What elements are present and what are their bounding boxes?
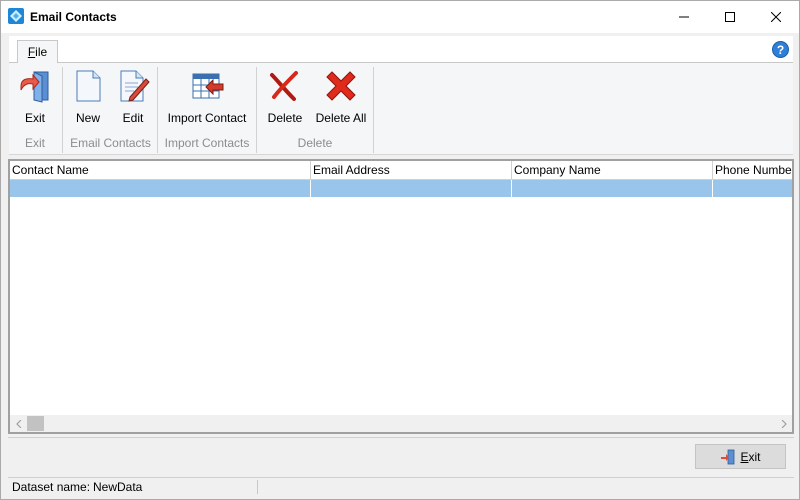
cell-contact-name[interactable] (10, 180, 311, 197)
cell-company-name[interactable] (512, 180, 713, 197)
ribbon-group-import-contacts: Import Contact Import Contacts (159, 65, 255, 153)
status-dataset-value: NewData (93, 480, 143, 494)
close-button[interactable] (753, 1, 799, 33)
ribbon-divider (373, 67, 374, 153)
table-row[interactable] (10, 180, 792, 197)
help-icon[interactable]: ? (772, 41, 789, 58)
maximize-icon (725, 12, 735, 22)
column-header-email-address[interactable]: Email Address (311, 161, 512, 180)
import-contact-button[interactable]: Import Contact (163, 65, 251, 127)
ribbon: Exit Exit New Edit Email Contacts Import… (9, 63, 793, 155)
svg-text:?: ? (777, 43, 784, 57)
minimize-icon (679, 16, 689, 18)
edit-label: Edit (122, 111, 144, 125)
ribbon-tab-row: File ? (9, 36, 793, 64)
status-bar: Dataset name: NewData (8, 477, 794, 496)
scroll-thumb[interactable] (27, 416, 44, 431)
footer-exit-button[interactable]: Exit (695, 444, 786, 469)
column-header-company-name[interactable]: Company Name (512, 161, 713, 180)
status-divider (257, 480, 258, 494)
bottom-panel (8, 437, 794, 475)
new-document-icon (76, 70, 101, 102)
chevron-right-icon (781, 419, 787, 428)
scroll-right-arrow[interactable] (775, 415, 792, 432)
group-label-email-contacts: Email Contacts (70, 136, 151, 150)
delete-all-button[interactable]: Delete All (313, 65, 369, 127)
group-label-delete: Delete (297, 136, 333, 150)
footer-exit-label: Exit (740, 449, 761, 464)
ribbon-exit-button[interactable]: Exit (13, 65, 57, 127)
cell-email-address[interactable] (311, 180, 512, 197)
exit-door-icon (20, 71, 49, 103)
group-label-exit: Exit (24, 136, 45, 150)
window-title: Email Contacts (30, 10, 117, 24)
ribbon-group-delete: Delete Delete All Delete (258, 65, 372, 153)
exit-door-icon (721, 449, 735, 464)
edit-button[interactable]: Edit (111, 65, 155, 127)
new-label: New (75, 111, 100, 125)
main-window: Email Contacts File ? Exit Exit New Edit… (0, 0, 800, 500)
ribbon-divider (157, 67, 158, 153)
app-logo-icon (8, 8, 24, 24)
cell-phone-number[interactable] (713, 180, 792, 197)
delete-all-label: Delete All (315, 111, 367, 125)
status-dataset-label: Dataset name: (12, 480, 91, 494)
contacts-grid[interactable]: Contact Name Email Address Company Name … (8, 159, 794, 434)
maximize-button[interactable] (707, 1, 753, 33)
horizontal-scrollbar[interactable] (10, 415, 792, 432)
delete-icon (270, 71, 298, 101)
new-button[interactable]: New (66, 65, 110, 127)
edit-document-icon (120, 70, 150, 102)
close-icon (771, 12, 781, 22)
ribbon-exit-label: Exit (24, 111, 45, 125)
import-table-icon (192, 73, 224, 99)
grid-header: Contact Name Email Address Company Name … (10, 161, 792, 180)
delete-all-icon (326, 71, 356, 101)
ribbon-group-exit: Exit Exit (9, 65, 61, 153)
chevron-left-icon (15, 419, 21, 428)
ribbon-divider (62, 67, 63, 153)
tab-file[interactable]: File (17, 40, 58, 64)
scroll-left-arrow[interactable] (10, 415, 27, 432)
delete-button[interactable]: Delete (260, 65, 310, 127)
column-header-phone-number[interactable]: Phone Number (713, 161, 792, 180)
minimize-button[interactable] (661, 1, 707, 33)
title-bar[interactable]: Email Contacts (1, 1, 799, 33)
column-header-contact-name[interactable]: Contact Name (10, 161, 311, 180)
delete-label: Delete (267, 111, 303, 125)
ribbon-divider (256, 67, 257, 153)
ribbon-group-email-contacts: New Edit Email Contacts (64, 65, 157, 153)
import-contact-label: Import Contact (167, 111, 247, 125)
group-label-import-contacts: Import Contacts (164, 136, 250, 150)
